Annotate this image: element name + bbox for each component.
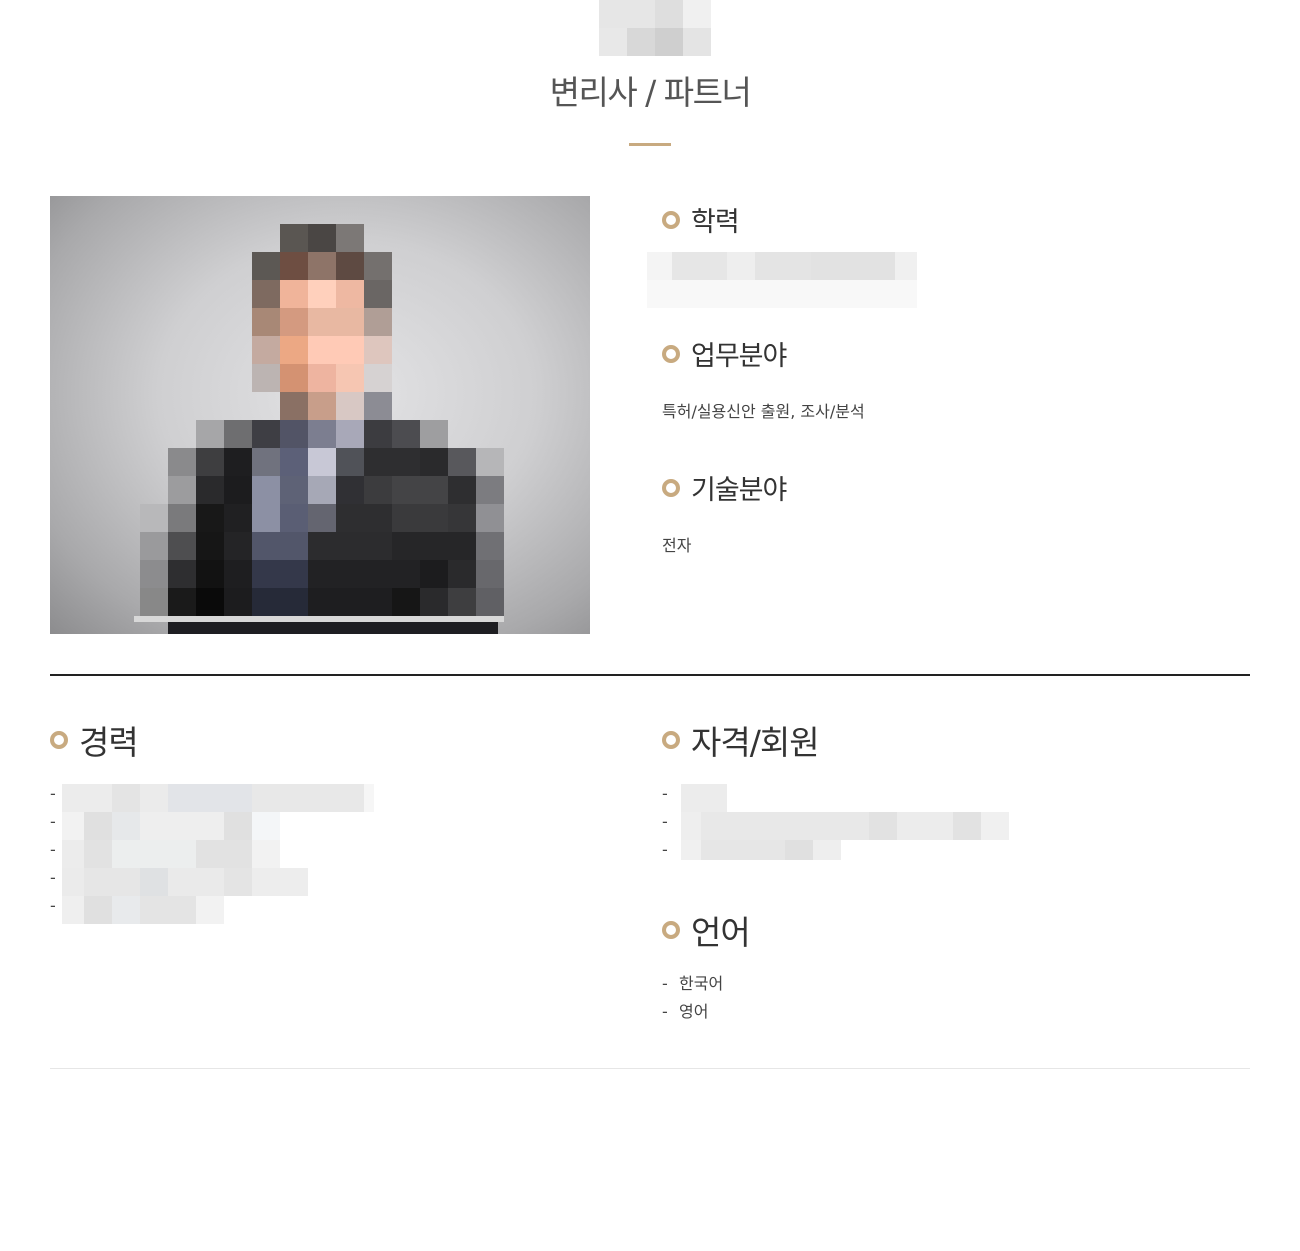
page-title: 변리사 / 파트너 xyxy=(549,73,752,112)
practice-text: 특허/실용신안 출원, 조사/분석 xyxy=(662,402,865,421)
qualifications-list: - - - xyxy=(662,780,679,864)
technology-text: 전자 xyxy=(662,536,692,555)
list-item: - xyxy=(662,780,679,808)
language-item-label: 한국어 xyxy=(679,974,724,993)
language-item-label: 영어 xyxy=(679,1002,709,1021)
languages-list: - 한국어 - 영어 xyxy=(662,970,723,1026)
qualifications-heading-label: 자격/회원 xyxy=(691,723,820,762)
profile-photo xyxy=(50,196,590,634)
languages-heading: 언어 xyxy=(662,906,751,954)
practice-heading-label: 업무분야 xyxy=(691,341,787,372)
education-heading: 학력 xyxy=(662,200,740,239)
ring-bullet-icon xyxy=(662,478,680,497)
ring-bullet-icon xyxy=(662,921,680,939)
redacted-qualifications xyxy=(681,784,1009,862)
list-item: - xyxy=(662,836,679,864)
list-dash: - xyxy=(662,784,668,803)
list-item: - xyxy=(662,808,679,836)
redacted-education xyxy=(647,252,917,308)
list-item: - 영어 xyxy=(662,998,723,1026)
title-accent-line xyxy=(629,143,671,146)
bottom-divider xyxy=(50,1068,1250,1069)
career-heading: 경력 xyxy=(50,716,139,764)
list-dash: - xyxy=(662,974,668,993)
redacted-name xyxy=(571,0,711,56)
ring-bullet-icon xyxy=(662,731,680,749)
list-dash: - xyxy=(662,812,668,831)
languages-heading-label: 언어 xyxy=(691,913,751,952)
ring-bullet-icon xyxy=(662,344,680,363)
ring-bullet-icon xyxy=(50,731,68,749)
technology-heading: 기술분야 xyxy=(662,468,787,507)
section-divider xyxy=(50,674,1250,676)
redacted-career xyxy=(62,784,374,924)
list-dash: - xyxy=(662,840,668,859)
list-dash: - xyxy=(662,1002,668,1021)
qualifications-heading: 자격/회원 xyxy=(662,716,820,764)
ring-bullet-icon xyxy=(662,210,680,229)
career-heading-label: 경력 xyxy=(79,723,139,762)
list-item: - 한국어 xyxy=(662,970,723,998)
technology-heading-label: 기술분야 xyxy=(691,475,787,506)
education-heading-label: 학력 xyxy=(691,207,740,238)
practice-heading: 업무분야 xyxy=(662,334,787,373)
